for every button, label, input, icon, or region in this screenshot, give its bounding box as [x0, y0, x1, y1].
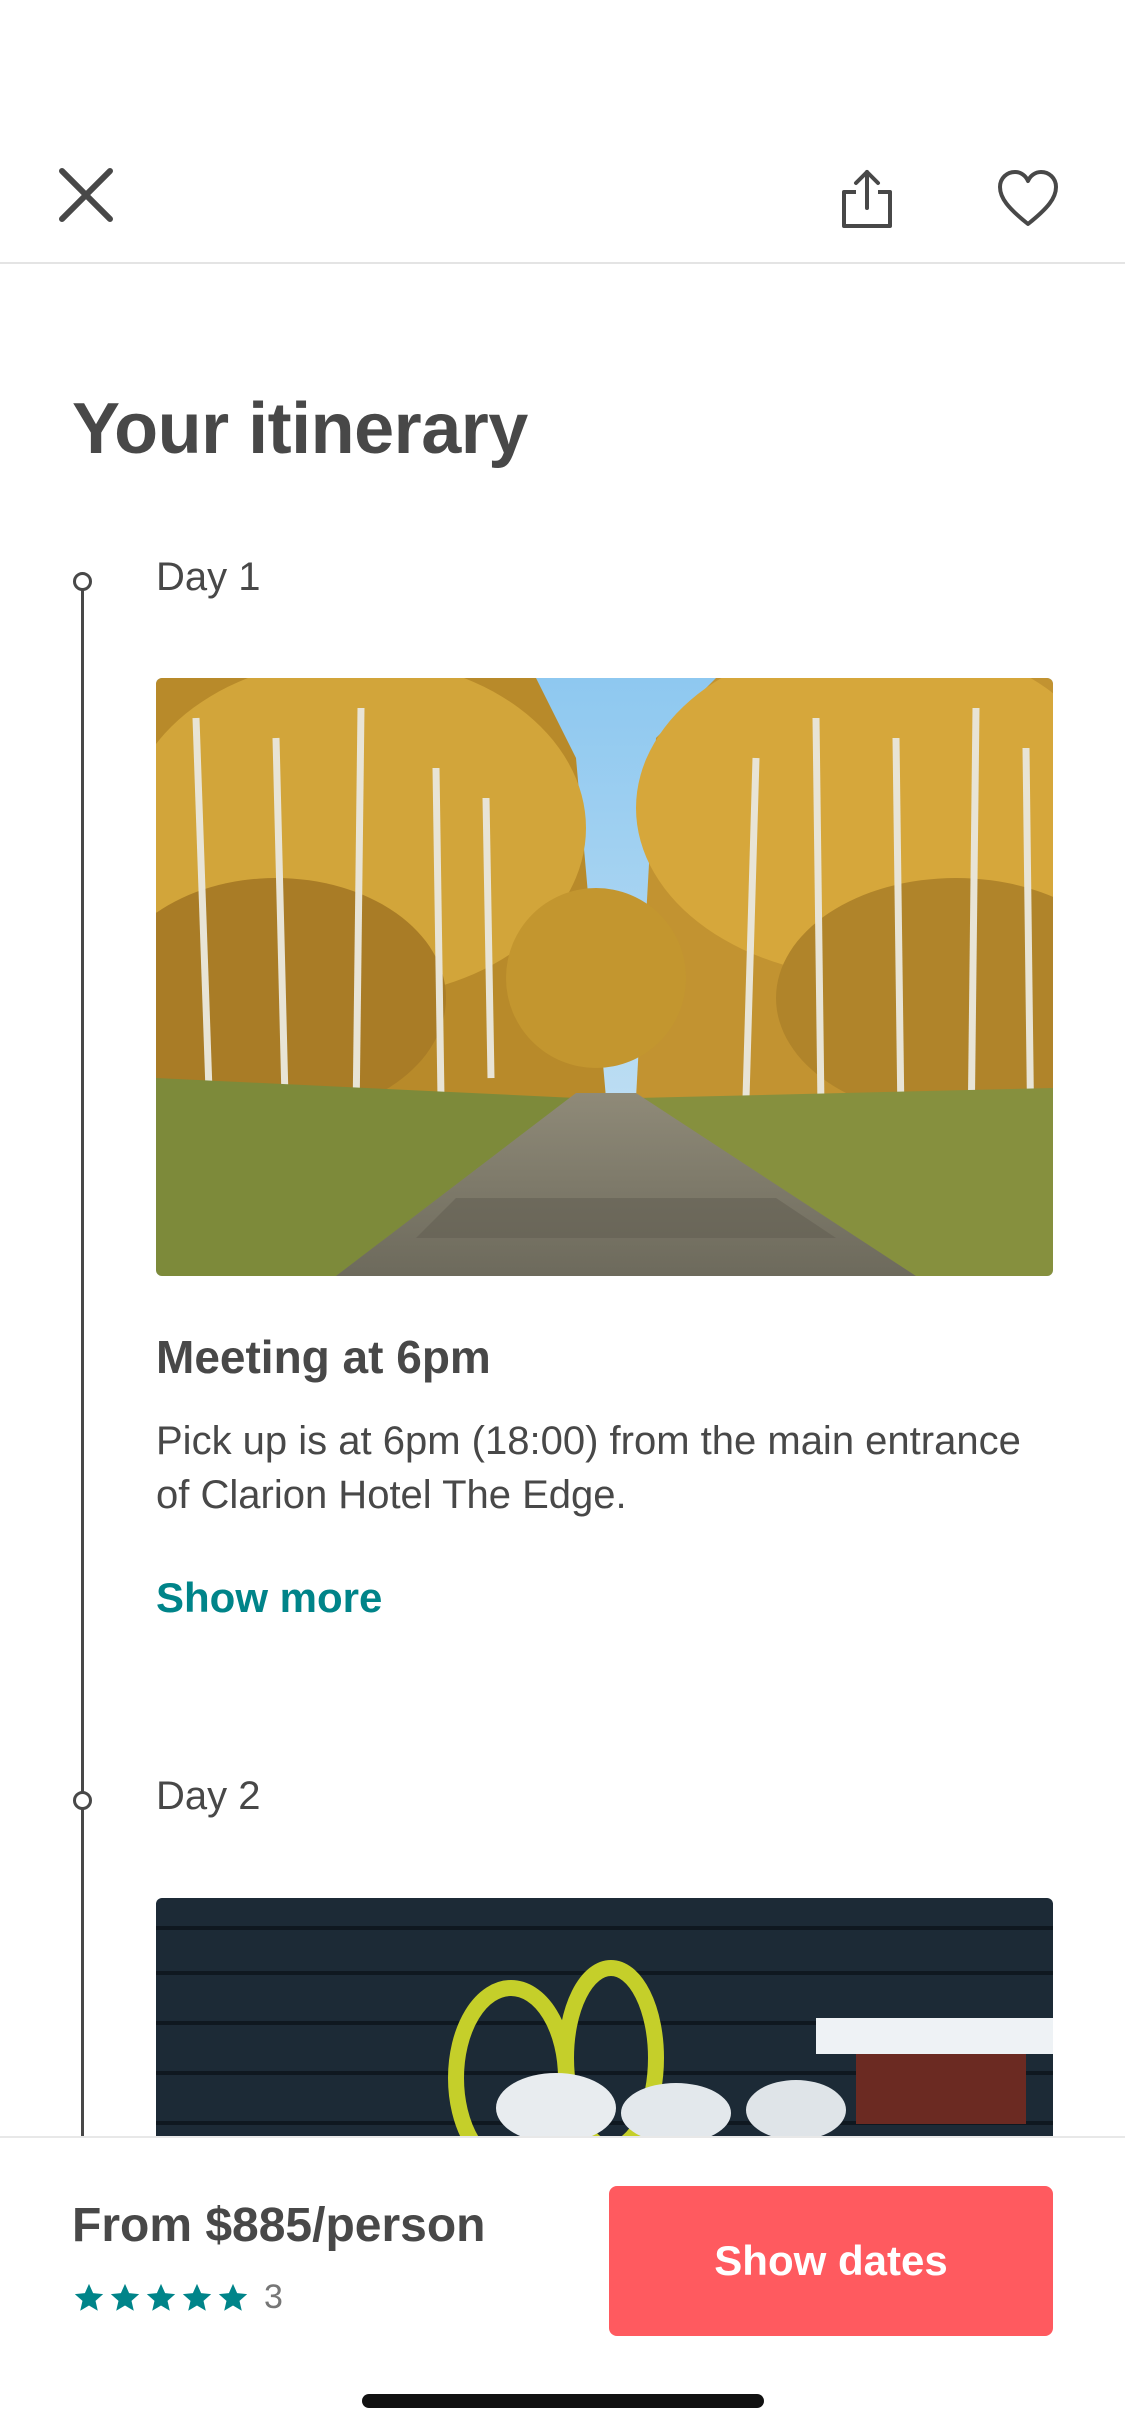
timeline-line	[81, 580, 84, 2140]
price-label: From $885/person	[72, 2199, 486, 2252]
review-count: 3	[264, 2278, 283, 2316]
autumn-forest-road-photo[interactable]	[156, 678, 1053, 1276]
show-more-link[interactable]: Show more	[156, 1574, 382, 1622]
page-title: Your itinerary	[72, 389, 528, 469]
day-label: Day 2	[156, 1774, 261, 1818]
star-icon	[110, 2283, 140, 2311]
star-icon	[74, 2283, 104, 2311]
favorite-button[interactable]	[996, 168, 1060, 232]
timeline-dot	[73, 572, 92, 591]
show-dates-button[interactable]: Show dates	[609, 2186, 1053, 2336]
rating: 3	[72, 2278, 283, 2317]
close-button[interactable]	[56, 165, 116, 225]
stop-description: Pick up is at 6pm (18:00) from the main …	[156, 1419, 1021, 1517]
close-icon	[59, 168, 113, 222]
snowshoes-on-cabin-wall-photo[interactable]	[156, 1898, 1053, 2138]
stop-title: Meeting at 6pm	[156, 1331, 491, 1383]
star-icon	[182, 2283, 212, 2311]
share-icon	[842, 170, 892, 228]
booking-footer: From $885/person 3 Show dates	[0, 2136, 1125, 2436]
star-icon	[146, 2283, 176, 2311]
star-rating	[72, 2281, 250, 2315]
home-indicator[interactable]	[362, 2394, 764, 2408]
heart-icon	[998, 170, 1058, 226]
star-icon	[218, 2283, 248, 2311]
top-navigation-bar	[0, 0, 1125, 264]
day-label: Day 1	[156, 555, 261, 599]
timeline-dot	[73, 1791, 92, 1810]
share-button[interactable]	[836, 168, 898, 230]
